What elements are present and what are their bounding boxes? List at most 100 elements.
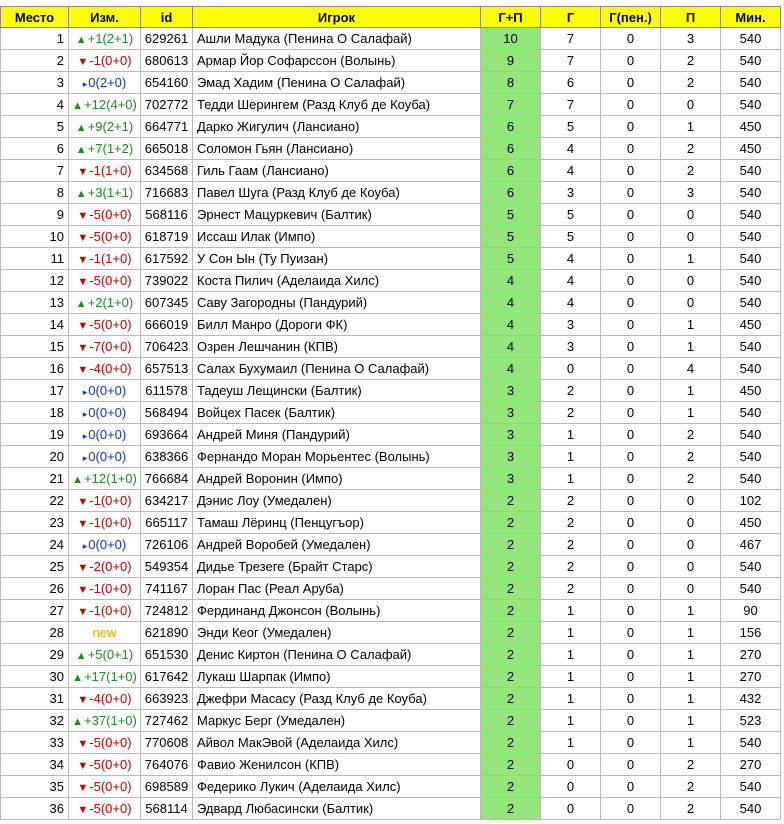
assists-cell: 2 <box>660 753 721 776</box>
table-row: 19 ▸0(0+0) 693664 Андрей Миня (Пандурий) 3 1 0… <box>0 423 781 446</box>
player-cell: Андрей Воробей (Умедален) <box>192 533 481 556</box>
change-cell: ▼-5(0+0) <box>68 753 141 776</box>
place-cell: 26 <box>0 577 69 600</box>
place-cell: 13 <box>0 291 69 314</box>
goals-plus-assists-cell: 2 <box>480 687 541 710</box>
assists-cell: 1 <box>660 687 721 710</box>
player-cell: Лоран Пас (Реал Аруба) <box>192 577 481 600</box>
minutes-cell: 540 <box>720 27 781 50</box>
goals-plus-assists-cell: 4 <box>480 313 541 336</box>
table-body: 1 ▲+1(2+1) 629261 Ашли Мадука (Пенина О Сал… <box>0 27 781 820</box>
change-cell: ▲+17(1+0) <box>68 665 141 688</box>
arrow-up-icon: ▲ <box>72 100 84 112</box>
change-indicator: ▸0(0+0) <box>83 449 126 464</box>
change-cell: new <box>68 621 141 644</box>
change-indicator: ▼-1(0+0) <box>77 603 131 618</box>
arrow-down-icon: ▼ <box>77 760 89 772</box>
change-value: -1(1+0) <box>89 251 132 266</box>
penalty-goals-cell: 0 <box>600 533 661 556</box>
player-cell: Озрен Лешчанин (КПВ) <box>192 335 481 358</box>
change-cell: ▸0(2+0) <box>68 71 141 94</box>
goals-cell: 3 <box>540 313 601 336</box>
arrow-down-icon: ▼ <box>77 166 89 178</box>
player-cell: Фавио Женилсон (КПВ) <box>192 753 481 776</box>
goals-plus-assists-cell: 9 <box>480 49 541 72</box>
assists-cell: 1 <box>660 115 721 138</box>
minutes-cell: 540 <box>720 335 781 358</box>
change-value: +3(1+1) <box>87 185 134 200</box>
change-value: +7(1+2) <box>87 141 134 156</box>
change-indicator: ▸0(0+0) <box>83 383 126 398</box>
minutes-cell: 270 <box>720 643 781 666</box>
arrow-down-icon: ▼ <box>77 320 89 332</box>
assists-cell: 3 <box>660 181 721 204</box>
arrow-right-icon: ▸ <box>82 453 88 463</box>
goals-plus-assists-cell: 4 <box>480 269 541 292</box>
goals-cell: 1 <box>540 423 601 446</box>
place-cell: 35 <box>0 775 69 798</box>
player-cell: Иссаш Илак (Импо) <box>192 225 481 248</box>
goals-plus-assists-cell: 2 <box>480 797 541 820</box>
penalty-goals-cell: 0 <box>600 335 661 358</box>
goals-plus-assists-cell: 2 <box>480 643 541 666</box>
assists-cell: 2 <box>660 797 721 820</box>
change-value: +9(2+1) <box>87 119 134 134</box>
assists-cell: 2 <box>660 159 721 182</box>
arrow-right-icon: ▸ <box>82 387 88 397</box>
assists-cell: 0 <box>660 489 721 512</box>
minutes-cell: 540 <box>720 445 781 468</box>
minutes-cell: 450 <box>720 379 781 402</box>
player-cell: Дэнис Лоу (Умедален) <box>192 489 481 512</box>
change-cell: ▼-5(0+0) <box>68 775 141 798</box>
arrow-down-icon: ▼ <box>77 562 89 574</box>
change-cell: ▸0(0+0) <box>68 445 141 468</box>
change-indicator: ▸0(0+0) <box>83 537 126 552</box>
header-minutes: Мин. <box>720 6 781 28</box>
arrow-down-icon: ▼ <box>77 738 89 750</box>
change-indicator: ▲+9(2+1) <box>76 119 133 134</box>
arrow-down-icon: ▼ <box>77 804 89 816</box>
penalty-goals-cell: 0 <box>600 555 661 578</box>
change-cell: ▸0(0+0) <box>68 533 141 556</box>
minutes-cell: 102 <box>720 489 781 512</box>
change-value: -1(0+0) <box>89 493 132 508</box>
place-cell: 19 <box>0 423 69 446</box>
place-cell: 36 <box>0 797 69 820</box>
goals-cell: 2 <box>540 555 601 578</box>
minutes-cell: 467 <box>720 533 781 556</box>
id-cell: 664771 <box>140 115 193 138</box>
goals-cell: 0 <box>540 753 601 776</box>
table-row: 34 ▼-5(0+0) 764076 Фавио Женилсон (КПВ) 2 0 0 2… <box>0 753 781 776</box>
goals-plus-assists-cell: 2 <box>480 621 541 644</box>
penalty-goals-cell: 0 <box>600 731 661 754</box>
place-cell: 7 <box>0 159 69 182</box>
player-cell: Фернандо Моран Морьентес (Волынь) <box>192 445 481 468</box>
minutes-cell: 540 <box>720 247 781 270</box>
change-cell: ▼-5(0+0) <box>68 731 141 754</box>
arrow-down-icon: ▼ <box>77 276 89 288</box>
minutes-cell: 540 <box>720 93 781 116</box>
id-cell: 724812 <box>140 599 193 622</box>
id-cell: 727462 <box>140 709 193 732</box>
table-row: 9 ▼-5(0+0) 568116 Эрнест Мацуркевич (Балтик… <box>0 203 781 226</box>
place-cell: 31 <box>0 687 69 710</box>
goals-cell: 1 <box>540 467 601 490</box>
minutes-cell: 540 <box>720 269 781 292</box>
goals-plus-assists-cell: 2 <box>480 775 541 798</box>
penalty-goals-cell: 0 <box>600 137 661 160</box>
goals-plus-assists-cell: 2 <box>480 731 541 754</box>
table-row: 21 ▲+12(1+0) 766684 Андрей Воронин (Импо) 3 1… <box>0 467 781 490</box>
table-row: 18 ▸0(0+0) 568494 Войцех Пасек (Балтик) 3 2 0 1… <box>0 401 781 424</box>
assists-cell: 0 <box>660 291 721 314</box>
minutes-cell: 540 <box>720 775 781 798</box>
goals-plus-assists-cell: 2 <box>480 599 541 622</box>
goals-cell: 4 <box>540 291 601 314</box>
place-cell: 28 <box>0 621 69 644</box>
table-row: 35 ▼-5(0+0) 698589 Федерико Лукич (Аделаида… <box>0 775 781 798</box>
table-row: 4 ▲+12(4+0) 702772 Тедди Шерингем (Разд Клу… <box>0 93 781 116</box>
change-value: +1(2+1) <box>87 31 134 46</box>
goals-cell: 4 <box>540 137 601 160</box>
goals-cell: 2 <box>540 401 601 424</box>
arrow-down-icon: ▼ <box>77 694 89 706</box>
goals-plus-assists-cell: 3 <box>480 401 541 424</box>
